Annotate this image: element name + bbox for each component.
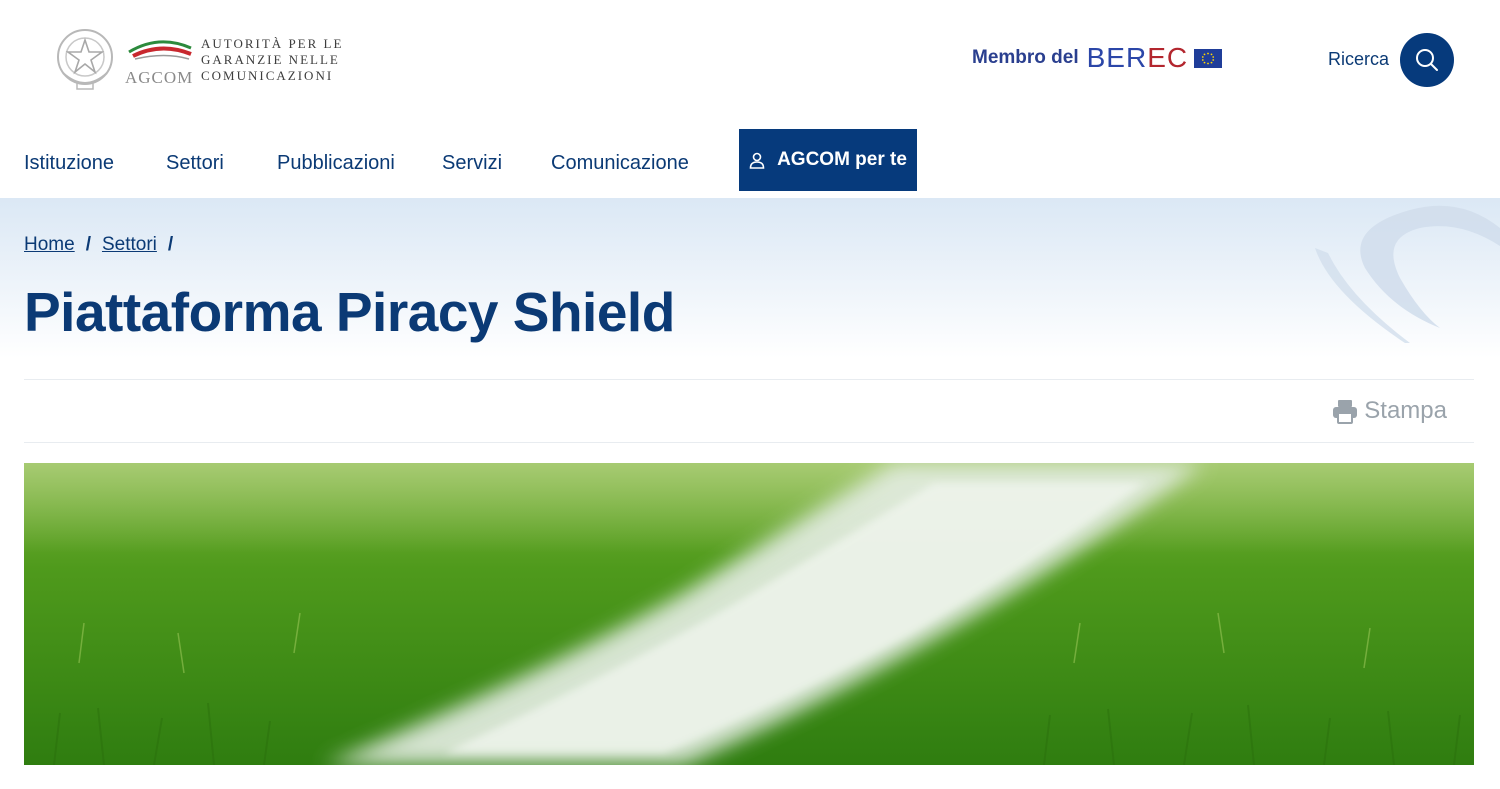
breadcrumb-settori[interactable]: Settori: [102, 234, 157, 256]
main-nav: Istituzione Settori Pubblicazioni Serviz…: [0, 122, 1500, 198]
page-title: Piattaforma Piracy Shield: [24, 281, 675, 343]
print-label: Stampa: [1364, 397, 1447, 424]
hero-image: [24, 463, 1474, 765]
decorative-swoosh-icon: [1315, 205, 1500, 343]
agcom-swoosh-icon: [128, 40, 192, 60]
agcom-wordmark: AGCOM: [125, 68, 194, 87]
org-name: AUTORITÀ PER LE GARANZIE NELLE COMUNICAZ…: [201, 36, 343, 84]
nav-item-servizi[interactable]: Servizi: [442, 152, 502, 175]
printer-icon: [1333, 400, 1358, 424]
berec-prefix: Membro del: [972, 47, 1079, 68]
nav-item-comunicazione[interactable]: Comunicazione: [551, 152, 689, 175]
breadcrumb-separator: /: [85, 234, 91, 255]
user-icon: [749, 152, 765, 169]
agcom-mark: AGCOM: [125, 32, 195, 88]
breadcrumb: Home / Settori /: [24, 234, 184, 256]
search-icon: [1416, 49, 1438, 71]
print-button[interactable]: Stampa: [1332, 397, 1447, 425]
berec-brand-accent: EC: [1147, 42, 1189, 73]
berec-logo: BEREC: [1087, 42, 1188, 74]
eu-flag-icon: [1194, 48, 1223, 68]
org-name-line-2: GARANZIE NELLE: [201, 52, 340, 67]
breadcrumb-home[interactable]: Home: [24, 234, 75, 256]
header-top: AGCOM AUTORITÀ PER LE GARANZIE NELLE COM…: [0, 0, 1500, 122]
nav-item-pubblicazioni[interactable]: Pubblicazioni: [277, 152, 395, 175]
search-label[interactable]: Ricerca: [1328, 49, 1389, 70]
page-tools: Stampa: [24, 379, 1474, 443]
agcom-logo[interactable]: AGCOM AUTORITÀ PER LE GARANZIE NELLE COM…: [55, 26, 343, 94]
org-name-line-3: COMUNICAZIONI: [201, 68, 334, 83]
nav-item-istituzione[interactable]: Istituzione: [24, 152, 114, 175]
agcom-per-te-button[interactable]: AGCOM per te: [739, 129, 917, 191]
berec-link[interactable]: Membro del BEREC: [972, 42, 1223, 74]
org-name-line-1: AUTORITÀ PER LE: [201, 36, 344, 51]
agcom-per-te-label: AGCOM per te: [777, 149, 907, 170]
republic-emblem-icon: [57, 29, 113, 90]
berec-brand-main: BER: [1086, 42, 1148, 73]
grass-pitch-image: [24, 463, 1474, 765]
nav-item-settori[interactable]: Settori: [166, 152, 224, 175]
search-button[interactable]: [1400, 33, 1454, 87]
breadcrumb-separator: /: [167, 234, 174, 255]
page-hero: Home / Settori / Piattaforma Piracy Shie…: [0, 198, 1500, 358]
